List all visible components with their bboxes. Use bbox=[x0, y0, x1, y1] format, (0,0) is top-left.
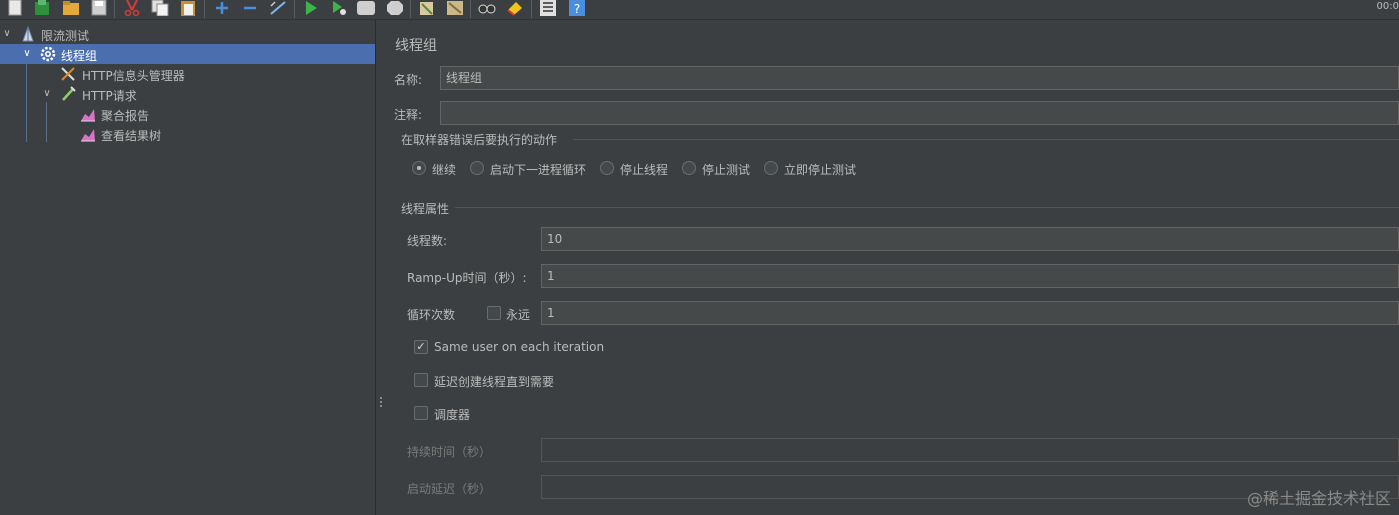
chart-icon bbox=[81, 129, 95, 142]
radio-stop-test[interactable] bbox=[682, 161, 696, 175]
gear-icon bbox=[40, 46, 56, 62]
chart-icon bbox=[81, 109, 95, 122]
cut-icon[interactable] bbox=[123, 0, 141, 16]
toggle-icon[interactable] bbox=[269, 0, 287, 16]
svg-text:?: ? bbox=[574, 2, 580, 16]
tree-item-label: HTTP请求 bbox=[82, 89, 137, 103]
save-icon[interactable] bbox=[90, 0, 108, 16]
radio-continue[interactable] bbox=[412, 161, 426, 175]
chevron-down-icon[interactable]: ∨ bbox=[1, 28, 13, 40]
test-plan-icon bbox=[22, 26, 34, 42]
help-icon[interactable]: ? bbox=[568, 0, 586, 16]
paste-icon[interactable] bbox=[179, 0, 197, 16]
search-icon[interactable] bbox=[478, 0, 496, 16]
loop-count-field[interactable]: 1 bbox=[541, 301, 1399, 325]
forever-label: 永远 bbox=[506, 308, 531, 322]
loop-count-label: 循环次数 bbox=[407, 308, 456, 322]
templates-icon[interactable] bbox=[33, 0, 51, 16]
reset-search-icon[interactable] bbox=[506, 0, 524, 16]
tree-item-thread-group[interactable]: ∨ 线程组 bbox=[0, 44, 375, 64]
thread-group-panel: 线程组 名称: 线程组 注释: 在取样器错误后要执行的动作 继续 启动下一进程循… bbox=[385, 20, 1399, 515]
grip-dot bbox=[380, 405, 382, 407]
radio-stop-test-label: 停止测试 bbox=[702, 163, 751, 177]
radio-stop-thread[interactable] bbox=[600, 161, 614, 175]
open-icon[interactable] bbox=[62, 0, 80, 16]
panel-title: 线程组 bbox=[395, 38, 437, 54]
scheduler-checkbox[interactable] bbox=[414, 406, 428, 420]
startup-delay-label: 启动延迟（秒） bbox=[407, 482, 492, 496]
delay-create-checkbox[interactable] bbox=[414, 373, 428, 387]
wrench-icon bbox=[61, 67, 75, 81]
watermark: @稀土掘金技术社区 bbox=[1246, 489, 1391, 508]
rampup-field[interactable]: 1 bbox=[541, 264, 1399, 288]
clear-all-icon[interactable] bbox=[446, 0, 464, 16]
threads-label: 线程数: bbox=[407, 234, 448, 248]
tree-item-label: 聚合报告 bbox=[101, 109, 150, 123]
group-divider bbox=[455, 207, 1399, 208]
start-no-pause-icon[interactable] bbox=[330, 0, 348, 16]
tree-item-label: HTTP信息头管理器 bbox=[82, 69, 185, 83]
sampler-error-legend: 在取样器错误后要执行的动作 bbox=[401, 133, 558, 147]
grip-dot bbox=[380, 397, 382, 399]
stop-icon[interactable] bbox=[357, 0, 375, 16]
name-field[interactable]: 线程组 bbox=[440, 66, 1399, 90]
threads-field[interactable]: 10 bbox=[541, 227, 1399, 251]
comment-field[interactable] bbox=[440, 101, 1399, 125]
tree-item-http-request[interactable]: ∨ HTTP请求 bbox=[0, 84, 375, 104]
elapsed-time: 00:0 bbox=[1376, 1, 1399, 12]
comment-label: 注释: bbox=[394, 108, 423, 122]
tree-item-aggregate-report[interactable]: 聚合报告 bbox=[0, 104, 375, 124]
clear-icon[interactable] bbox=[418, 0, 436, 16]
tree-item-results-tree[interactable]: 查看结果树 bbox=[0, 124, 375, 144]
test-plan-tree: ∨ 限流测试 ∨ 线程组 HTTP信息头管理器 ∨ HTTP请求 聚合报告 查看… bbox=[0, 20, 375, 515]
tree-item-label: 限流测试 bbox=[41, 29, 90, 43]
group-divider bbox=[573, 139, 1399, 140]
function-helper-icon[interactable] bbox=[539, 0, 557, 16]
radio-stop-thread-label: 停止线程 bbox=[620, 163, 669, 177]
rampup-label: Ramp-Up时间（秒）: bbox=[407, 271, 527, 285]
thread-props-legend: 线程属性 bbox=[401, 202, 450, 216]
shutdown-icon[interactable] bbox=[386, 0, 404, 16]
tree-item-label: 查看结果树 bbox=[101, 129, 162, 143]
expand-icon[interactable] bbox=[213, 0, 231, 16]
chevron-down-icon[interactable]: ∨ bbox=[21, 48, 33, 60]
pipette-icon bbox=[62, 86, 76, 101]
new-icon[interactable] bbox=[6, 0, 24, 16]
chevron-down-icon[interactable]: ∨ bbox=[41, 88, 53, 100]
split-pane-divider[interactable] bbox=[375, 20, 385, 515]
start-icon[interactable] bbox=[302, 0, 320, 16]
same-user-checkbox[interactable]: ✓ bbox=[414, 340, 428, 354]
tree-item-label: 线程组 bbox=[61, 49, 98, 63]
name-label: 名称: bbox=[394, 73, 423, 87]
duration-field[interactable] bbox=[541, 438, 1399, 462]
radio-stop-test-now[interactable] bbox=[764, 161, 778, 175]
scheduler-label: 调度器 bbox=[434, 408, 471, 422]
radio-continue-label: 继续 bbox=[432, 163, 457, 177]
radio-start-next-loop-label: 启动下一进程循环 bbox=[490, 163, 587, 177]
toolbar: ? 00:0 bbox=[0, 0, 1399, 20]
collapse-icon[interactable] bbox=[241, 0, 259, 16]
same-user-label: Same user on each iteration bbox=[434, 340, 605, 354]
forever-checkbox[interactable] bbox=[487, 306, 501, 320]
radio-stop-test-now-label: 立即停止测试 bbox=[784, 163, 857, 177]
copy-icon[interactable] bbox=[151, 0, 169, 16]
grip-dot bbox=[380, 401, 382, 403]
radio-start-next-loop[interactable] bbox=[470, 161, 484, 175]
delay-create-label: 延迟创建线程直到需要 bbox=[434, 375, 555, 389]
tree-item-header-manager[interactable]: HTTP信息头管理器 bbox=[0, 64, 375, 84]
duration-label: 持续时间（秒） bbox=[407, 445, 492, 459]
tree-item-test-plan[interactable]: ∨ 限流测试 bbox=[0, 24, 375, 44]
